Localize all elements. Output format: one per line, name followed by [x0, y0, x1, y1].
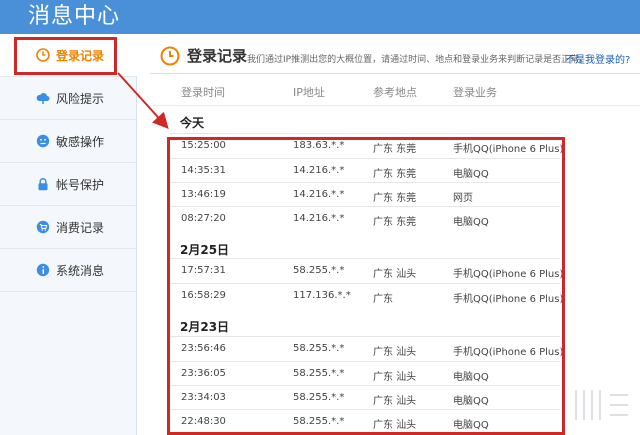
annotation-arrow	[117, 72, 169, 129]
watermark-logo	[575, 390, 628, 420]
